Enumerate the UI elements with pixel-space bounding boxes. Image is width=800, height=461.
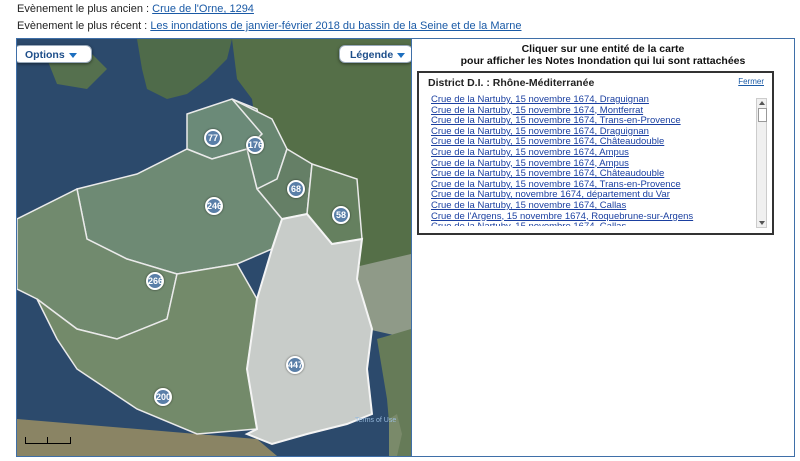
note-link[interactable]: Crue de la Nartuby, 15 novembre 1674, Am… — [431, 147, 755, 159]
note-link[interactable]: Crue de la Nartuby, 15 novembre 1674, Dr… — [431, 95, 755, 106]
oldest-event-link[interactable]: Crue de l'Orne, 1294 — [152, 3, 254, 15]
scroll-up-icon[interactable] — [759, 101, 765, 105]
instructions: Cliquer sur une entité de la carte pour … — [412, 43, 794, 67]
notes-list: Crue de la Nartuby, 15 novembre 1674, Dr… — [431, 95, 755, 226]
map-credit-link[interactable]: Terms of Use — [355, 417, 396, 424]
map-panel: Options Légende 77 176 68 246 58 266 447… — [16, 38, 795, 457]
instructions-line-2: pour afficher les Notes Inondation qui l… — [460, 55, 746, 67]
district-popup: District D.I. : Rhône-Méditerranée Ferme… — [417, 71, 774, 235]
cluster-marker[interactable]: 447 — [286, 356, 304, 374]
popup-title: District D.I. : Rhône-Méditerranée — [428, 77, 595, 89]
recent-event-link[interactable]: Les inondations de janvier-février 2018 … — [150, 20, 521, 32]
cluster-marker[interactable]: 246 — [205, 197, 223, 215]
chevron-down-icon — [68, 52, 77, 58]
cluster-marker[interactable]: 68 — [287, 180, 305, 198]
satellite-map — [17, 39, 411, 456]
list-scrollbar[interactable] — [756, 98, 767, 228]
options-button[interactable]: Options — [17, 45, 92, 63]
map-view[interactable]: Options Légende 77 176 68 246 58 266 447… — [17, 39, 412, 456]
cluster-marker[interactable]: 77 — [204, 129, 222, 147]
instructions-line-1: Cliquer sur une entité de la carte — [521, 43, 685, 55]
scale-bar — [25, 437, 71, 444]
cluster-marker[interactable]: 200 — [154, 388, 172, 406]
recent-event-line: Evènement le plus récent : Les inondatio… — [17, 20, 522, 32]
legend-label: Légende — [350, 49, 394, 61]
scroll-thumb[interactable] — [758, 108, 767, 122]
legend-button[interactable]: Légende — [339, 45, 411, 63]
cluster-marker[interactable]: 58 — [332, 206, 350, 224]
chevron-down-icon — [397, 52, 406, 58]
cluster-marker[interactable]: 266 — [146, 272, 164, 290]
results-pane: Cliquer sur une entité de la carte pour … — [412, 39, 794, 456]
oldest-event-label: Evènement le plus ancien : — [17, 3, 150, 15]
recent-event-label: Evènement le plus récent : — [17, 20, 148, 32]
oldest-event-line: Evènement le plus ancien : Crue de l'Orn… — [17, 3, 254, 15]
note-link[interactable]: Crue de la Nartuby, 15 novembre 1674, Ca… — [431, 200, 755, 212]
close-link[interactable]: Fermer — [738, 77, 764, 86]
note-link[interactable]: Crue de la Nartuby, 15 novembre 1674, Ca… — [431, 222, 755, 226]
cluster-marker[interactable]: 176 — [246, 136, 264, 154]
scroll-down-icon[interactable] — [759, 221, 765, 225]
options-label: Options — [25, 49, 65, 61]
